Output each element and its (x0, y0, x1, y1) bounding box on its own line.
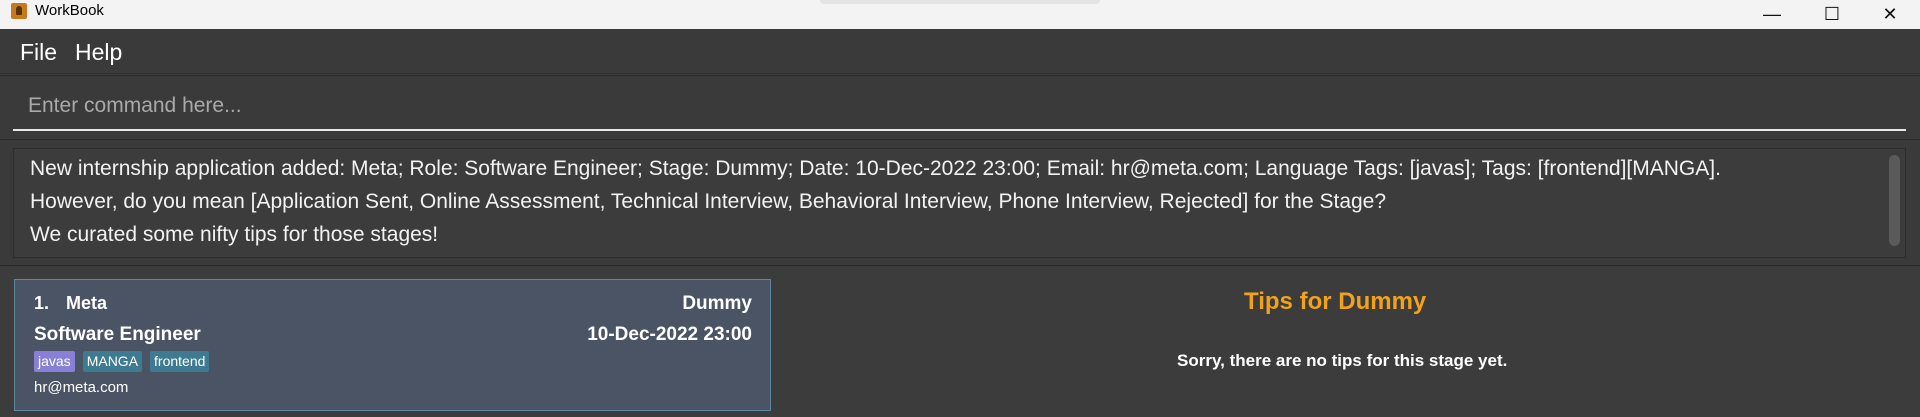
workbook-app-icon (11, 3, 27, 19)
application-role: Software Engineer (34, 324, 201, 345)
application-index: 1. (34, 293, 50, 313)
minimize-button[interactable]: — (1742, 0, 1802, 29)
application-stage: Dummy (682, 293, 752, 314)
tag: frontend (150, 351, 210, 372)
menu-file[interactable]: File (20, 39, 57, 66)
tips-message: Sorry, there are no tips for this stage … (1177, 351, 1508, 370)
application-date: 10-Dec-2022 23:00 (587, 324, 752, 345)
result-display[interactable]: New internship application added: Meta; … (13, 148, 1906, 258)
maximize-button[interactable]: ☐ (1802, 0, 1862, 29)
menu-bar: File Help (0, 29, 1920, 74)
command-pane: Enter command here... (0, 75, 1920, 139)
tips-title: Tips for Dummy (1244, 288, 1427, 315)
result-pane: New internship application added: Meta; … (0, 139, 1920, 265)
tag-list: javas MANGA frontend (34, 351, 210, 372)
menu-help[interactable]: Help (75, 39, 122, 66)
command-input[interactable]: Enter command here... (28, 94, 242, 118)
application-company: Meta (66, 293, 108, 313)
window-title: WorkBook (35, 2, 104, 19)
result-scrollbar[interactable] (1889, 155, 1900, 246)
tag: MANGA (82, 351, 143, 372)
application-email: hr@meta.com (34, 379, 129, 396)
application-card[interactable]: 1. Meta Dummy Software Engineer 10-Dec-2… (14, 279, 771, 411)
result-line: New internship application added: Meta; … (30, 157, 1721, 180)
close-button[interactable]: ✕ (1860, 0, 1920, 29)
title-bar-highlight (820, 0, 1100, 4)
command-box[interactable]: Enter command here... (13, 86, 1906, 131)
title-bar: WorkBook — ☐ ✕ (0, 0, 1920, 29)
result-line: However, do you mean [Application Sent, … (30, 190, 1387, 213)
main-content: 1. Meta Dummy Software Engineer 10-Dec-2… (0, 265, 1920, 417)
language-tag: javas (34, 351, 75, 372)
result-line: We curated some nifty tips for those sta… (30, 223, 439, 246)
